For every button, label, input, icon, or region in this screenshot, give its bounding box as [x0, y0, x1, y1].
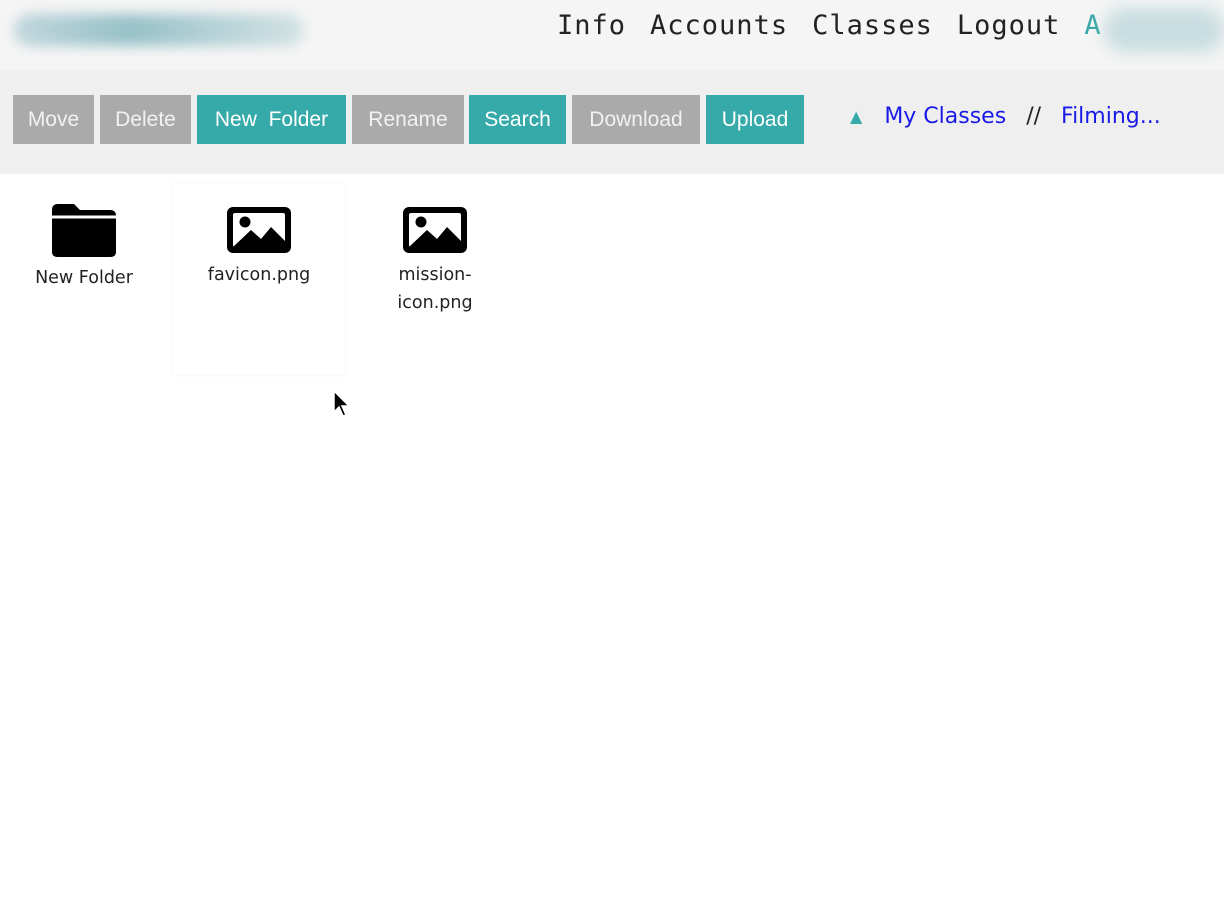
- file-manager-page: Info Accounts Classes Logout A Move Dele…: [0, 0, 1224, 912]
- image-icon: [227, 207, 291, 253]
- move-button[interactable]: Move: [13, 95, 94, 144]
- nav-link-logout[interactable]: Logout: [957, 10, 1061, 41]
- user-avatar-initial[interactable]: A: [1084, 10, 1101, 41]
- file-item-favicon[interactable]: favicon.png: [173, 183, 345, 375]
- file-item-mission-icon[interactable]: mission- icon.png: [349, 205, 521, 317]
- up-triangle-icon[interactable]: ▲: [850, 107, 862, 126]
- upload-button[interactable]: Upload: [706, 95, 804, 144]
- breadcrumb-current-folder[interactable]: Filming...: [1061, 104, 1161, 129]
- nav-link-classes[interactable]: Classes: [812, 10, 933, 41]
- nav-link-accounts[interactable]: Accounts: [650, 10, 788, 41]
- download-button[interactable]: Download: [572, 95, 700, 144]
- top-nav-bar: Info Accounts Classes Logout A: [0, 0, 1224, 70]
- file-name: mission- icon.png: [397, 265, 473, 313]
- image-icon: [403, 207, 467, 253]
- avatar[interactable]: [1104, 8, 1224, 52]
- file-name: New Folder: [35, 268, 133, 288]
- file-item-new-folder[interactable]: New Folder: [0, 202, 170, 292]
- delete-button[interactable]: Delete: [100, 95, 191, 144]
- file-name: favicon.png: [207, 265, 311, 285]
- breadcrumb-my-classes[interactable]: My Classes: [884, 104, 1006, 129]
- new-folder-button[interactable]: New Folder: [197, 95, 346, 144]
- folder-icon: [52, 204, 116, 257]
- nav-links: Info Accounts Classes Logout A: [557, 10, 1102, 41]
- search-button[interactable]: Search: [469, 95, 566, 144]
- breadcrumb-separator: //: [1026, 104, 1042, 129]
- nav-link-info[interactable]: Info: [557, 10, 626, 41]
- mouse-cursor-icon: [333, 390, 351, 417]
- site-logo[interactable]: [14, 14, 304, 46]
- file-toolbar: Move Delete New Folder Rename Search Dow…: [0, 70, 1224, 174]
- rename-button[interactable]: Rename: [352, 95, 464, 144]
- breadcrumb: ▲ My Classes // Filming...: [850, 104, 1161, 129]
